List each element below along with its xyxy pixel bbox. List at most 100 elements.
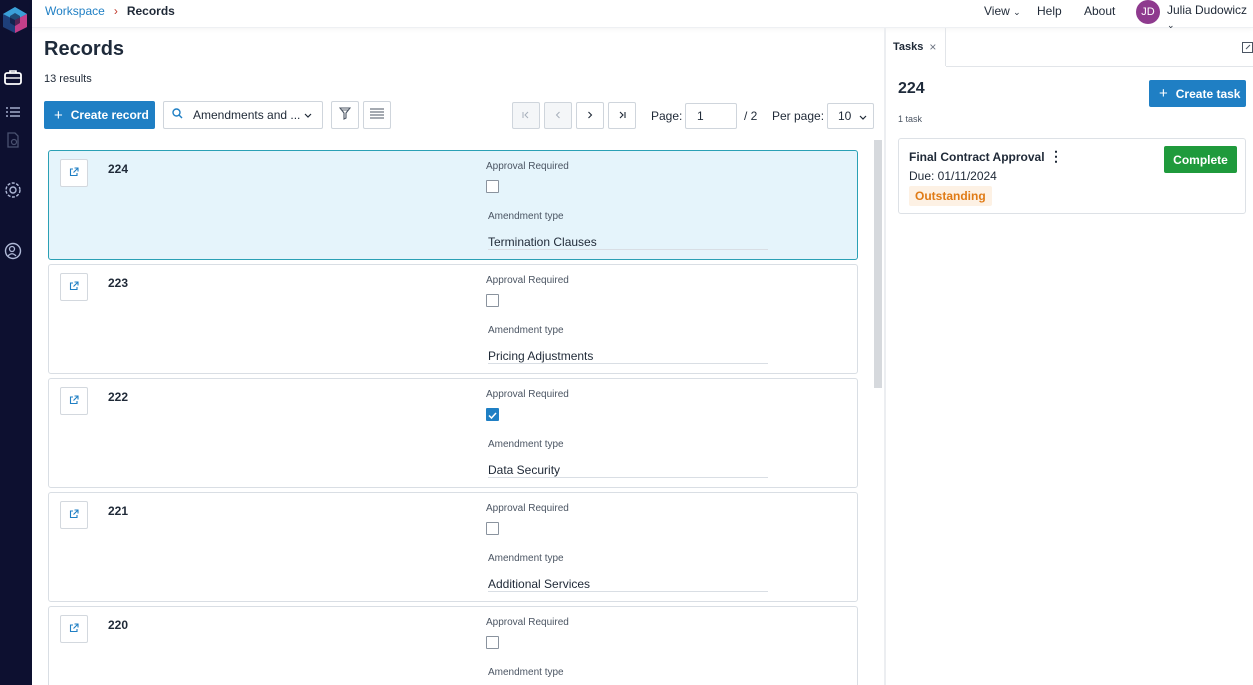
amendment-label: Amendment type [488,211,564,222]
records-scrollbar[interactable] [874,140,882,388]
close-icon[interactable]: × [929,40,936,54]
amendment-label: Amendment type [488,553,564,564]
more-options-icon[interactable]: ⋮ [1049,149,1063,163]
document-search-icon[interactable] [4,131,22,149]
plus-icon: + [54,106,63,124]
list-icon[interactable] [4,103,22,121]
external-link-icon [69,508,79,522]
task-count: 1 task [898,114,923,124]
results-count: 13 results [44,73,92,85]
approval-label: Approval Required [486,389,569,400]
briefcase-icon[interactable] [4,68,22,86]
external-link-icon [69,622,79,636]
amendment-value: Additional Services [488,572,768,592]
record-card[interactable]: 220 Approval Required Amendment type [48,606,858,685]
first-page-button[interactable] [512,102,540,129]
approval-checkbox[interactable] [486,408,499,421]
chevron-down-icon: ⌄ [1167,20,1175,30]
record-card[interactable]: 221 Approval Required Amendment type Add… [48,492,858,602]
about-link[interactable]: About [1084,4,1115,18]
approval-checkbox[interactable] [486,180,499,193]
approval-checkbox[interactable] [486,294,499,307]
user-menu[interactable]: Julia Dudowicz ⌄ [1167,3,1253,31]
view-menu-label: View [984,4,1010,18]
complete-button[interactable]: Complete [1164,146,1237,173]
user-name: Julia Dudowicz [1167,3,1248,17]
per-page-value: 10 [838,109,852,123]
open-record-button[interactable] [60,273,88,301]
external-link-icon [69,166,79,180]
tab-tasks[interactable]: Tasks × [886,28,946,66]
status-badge: Outstanding [909,186,992,206]
breadcrumb-current: Records [126,4,175,18]
panel-divider [884,28,886,685]
create-task-label: Create task [1175,86,1241,101]
avatar[interactable]: JD [1136,0,1160,24]
chevron-right-icon [587,110,593,122]
per-page-label: Per page: [772,109,825,123]
breadcrumb-workspace-link[interactable]: Workspace [45,4,105,18]
page-title: Records [44,38,125,60]
app-rail [0,0,32,685]
tab-tasks-label: Tasks [893,41,924,53]
approval-checkbox[interactable] [486,636,499,649]
chevron-left-icon [555,110,561,122]
page-label: Page: [651,109,683,123]
create-task-button[interactable]: + Create task [1149,80,1246,107]
view-menu[interactable]: View ⌄ [984,4,1021,18]
breadcrumb: Workspace › Records [45,4,175,18]
create-record-button[interactable]: + Create record [44,101,155,129]
task-due-date: Due: 01/11/2024 [909,169,997,183]
checkmark-icon [488,408,497,422]
external-link-icon [69,280,79,294]
rows-icon [370,108,384,123]
settings-icon[interactable] [4,181,22,199]
chevron-down-icon: ⌄ [1013,7,1021,17]
help-link[interactable]: Help [1037,4,1062,18]
record-id: 223 [108,276,129,290]
amendment-value: Termination Clauses [488,230,768,250]
plus-icon: + [1159,85,1168,102]
open-record-button[interactable] [60,615,88,643]
chevron-down-icon [304,110,312,120]
columns-button[interactable] [363,101,391,129]
view-selector[interactable]: Amendments and ... [163,101,323,129]
approval-label: Approval Required [486,275,569,286]
record-card[interactable]: 224 Approval Required Amendment type Ter… [48,150,858,260]
user-admin-icon[interactable] [4,242,22,260]
approval-label: Approval Required [486,503,569,514]
amendment-label: Amendment type [488,439,564,450]
external-link-icon [69,394,79,408]
record-card[interactable]: 222 Approval Required Amendment type Dat… [48,378,858,488]
filter-icon [338,107,352,123]
expand-icon[interactable] [1242,42,1253,53]
task-name: Final Contract Approval [909,150,1045,164]
per-page-select[interactable]: 10 [827,103,874,129]
record-id: 224 [108,162,129,176]
open-record-button[interactable] [60,159,88,187]
create-record-label: Create record [70,108,149,122]
approval-label: Approval Required [486,161,569,172]
chevron-down-icon [859,109,867,123]
tab-bar-line [946,66,1253,67]
open-record-button[interactable] [60,501,88,529]
filter-button[interactable] [331,101,359,129]
next-page-button[interactable] [576,102,604,129]
page-total: / 2 [744,109,758,123]
page-input[interactable]: 1 [685,103,737,129]
view-selector-value: Amendments and ... [193,108,301,122]
amendment-label: Amendment type [488,325,564,336]
amendment-value: Data Security [488,458,768,478]
app-logo-icon[interactable] [2,6,28,34]
top-bar: Workspace › Records View ⌄ Help About JD… [32,0,1253,31]
task-card[interactable]: Final Contract Approval ⋮ Due: 01/11/202… [898,138,1246,214]
task-record-id: 224 [898,80,925,97]
first-page-icon [522,110,530,122]
approval-checkbox[interactable] [486,522,499,535]
approval-label: Approval Required [486,617,569,628]
open-record-button[interactable] [60,387,88,415]
last-page-button[interactable] [608,102,636,129]
previous-page-button[interactable] [544,102,572,129]
last-page-icon [618,110,626,122]
record-card[interactable]: 223 Approval Required Amendment type Pri… [48,264,858,374]
